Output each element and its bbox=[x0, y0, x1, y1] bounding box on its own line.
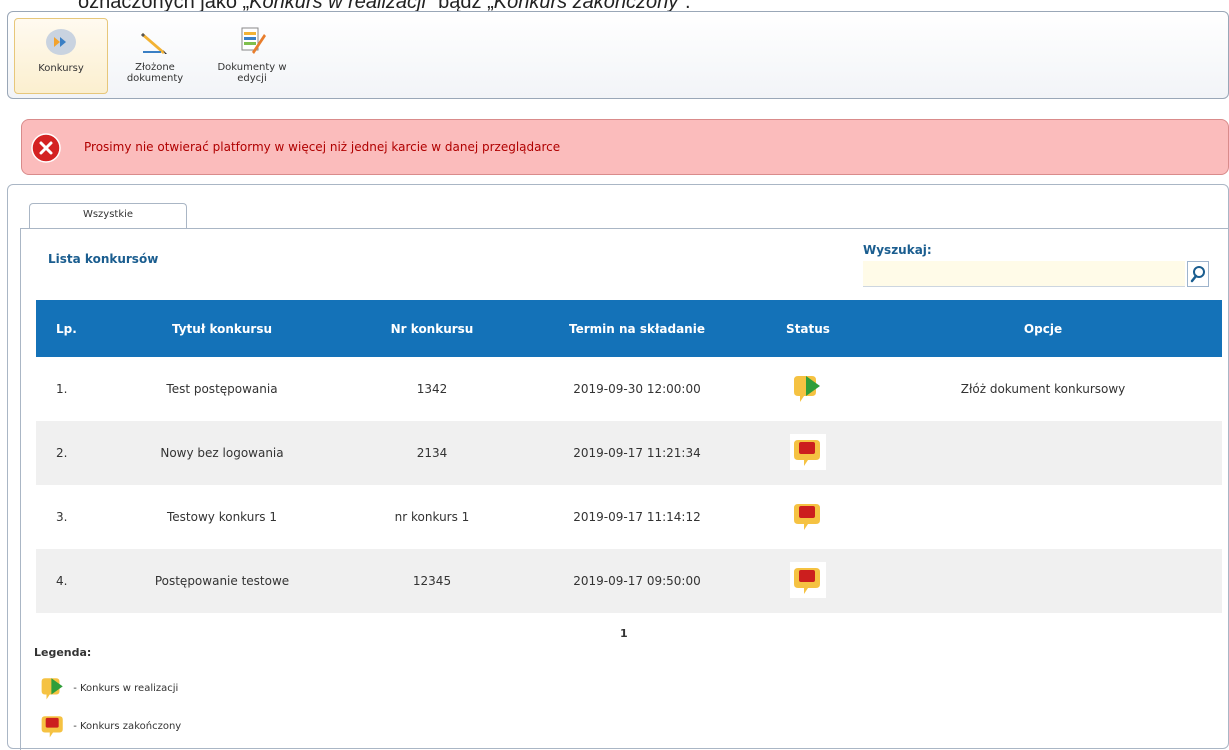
table-header-row: Lp. Tytuł konkursu Nr konkursu Termin na… bbox=[36, 300, 1222, 357]
cell-deadline: 2019-09-30 12:00:00 bbox=[573, 382, 701, 396]
toolbar-zlozone-label: Złożone dokumenty bbox=[126, 62, 184, 84]
cell-deadline: 2019-09-17 09:50:00 bbox=[573, 574, 701, 588]
search-label: Wyszukaj: bbox=[863, 243, 932, 257]
status-finished-icon bbox=[790, 433, 826, 470]
table-row: 3. Testowy konkurs 1 nr konkurs 1 2019-0… bbox=[36, 485, 1222, 549]
legend-label-in-progress: - Konkurs w realizacji bbox=[73, 683, 179, 694]
legend-title: Legenda: bbox=[34, 646, 92, 659]
toolbar-zlozone-dokumenty-button[interactable]: Złożone dokumenty bbox=[120, 18, 190, 94]
contests-panel: Wszystkie Lista konkursów Wyszukaj: Lp. … bbox=[7, 184, 1229, 750]
search-button[interactable] bbox=[1187, 261, 1209, 287]
pencil-icon bbox=[141, 33, 167, 54]
cell-lp: 3. bbox=[56, 510, 68, 524]
table-row: 4. Postępowanie testowe 12345 2019-09-17… bbox=[36, 549, 1222, 613]
tab-divider bbox=[20, 228, 1229, 229]
search-input[interactable] bbox=[863, 261, 1185, 287]
cell-option bbox=[864, 421, 1222, 485]
main-toolbar: Konkursy Złożone dokumenty Dokumenty w e… bbox=[7, 11, 1229, 99]
cell-status bbox=[752, 357, 864, 421]
cell-number: 2134 bbox=[416, 446, 448, 460]
legend-item-in-progress: - Konkurs w realizacji bbox=[38, 675, 178, 701]
panel-left-border bbox=[20, 228, 21, 750]
cell-title: Postępowanie testowe bbox=[154, 574, 290, 588]
header-title[interactable]: Tytuł konkursu bbox=[102, 300, 342, 357]
toolbar-konkursy-label: Konkursy bbox=[38, 63, 84, 74]
error-alert: Prosimy nie otwierać platformy w więcej … bbox=[21, 119, 1229, 175]
cell-title: Nowy bez logowania bbox=[160, 446, 284, 460]
cell-status bbox=[752, 549, 864, 613]
header-options[interactable]: Opcje bbox=[864, 300, 1222, 357]
header-lp[interactable]: Lp. bbox=[36, 300, 102, 357]
cell-status bbox=[752, 485, 864, 549]
cell-deadline: 2019-09-17 11:14:12 bbox=[573, 510, 701, 524]
pager-current-page[interactable]: 1 bbox=[620, 627, 628, 640]
close-circle-icon bbox=[31, 133, 61, 163]
cell-title: Testowy konkurs 1 bbox=[167, 510, 277, 524]
tab-wszystkie[interactable]: Wszystkie bbox=[29, 203, 187, 229]
cell-number: 1342 bbox=[416, 382, 448, 396]
header-number[interactable]: Nr konkursu bbox=[342, 300, 522, 357]
status-in-progress-icon bbox=[41, 678, 63, 700]
search-icon bbox=[1190, 266, 1205, 283]
toolbar-konkursy-button[interactable]: Konkursy bbox=[14, 18, 108, 94]
document-edit-icon bbox=[241, 27, 266, 54]
header-status[interactable]: Status bbox=[752, 300, 864, 357]
status-finished-icon bbox=[41, 716, 63, 738]
table-row: 1. Test postępowania 1342 2019-09-30 12:… bbox=[36, 357, 1222, 421]
list-title: Lista konkursów bbox=[48, 252, 159, 266]
legend-label-finished: - Konkurs zakończony bbox=[73, 721, 182, 732]
cell-option-link[interactable]: Złóż dokument konkursowy bbox=[864, 357, 1222, 421]
status-finished-icon bbox=[790, 497, 826, 534]
cell-number: nr konkurs 1 bbox=[394, 510, 470, 524]
cell-number: 12345 bbox=[412, 574, 452, 588]
alert-message: Prosimy nie otwierać platformy w więcej … bbox=[84, 140, 561, 154]
header-deadline[interactable]: Termin na składanie bbox=[522, 300, 752, 357]
cell-lp: 2. bbox=[56, 446, 68, 460]
toolbar-dokumenty-label: Dokumenty w edycji bbox=[217, 62, 287, 84]
toolbar-dokumenty-w-edycji-button[interactable]: Dokumenty w edycji bbox=[202, 18, 302, 94]
cell-title: Test postępowania bbox=[166, 382, 278, 396]
status-in-progress-icon bbox=[790, 369, 826, 406]
status-finished-icon bbox=[790, 561, 826, 598]
table-row: 2. Nowy bez logowania 2134 2019-09-17 11… bbox=[36, 421, 1222, 485]
cell-lp: 1. bbox=[56, 382, 68, 396]
arrows-icon bbox=[46, 29, 76, 55]
legend-item-finished: - Konkurs zakończony bbox=[38, 713, 181, 739]
contests-table: Lp. Tytuł konkursu Nr konkursu Termin na… bbox=[36, 300, 1222, 613]
cell-lp: 4. bbox=[56, 574, 68, 588]
cell-option bbox=[864, 549, 1222, 613]
cell-option bbox=[864, 485, 1222, 549]
cell-status bbox=[752, 421, 864, 485]
cell-deadline: 2019-09-17 11:21:34 bbox=[573, 446, 701, 460]
